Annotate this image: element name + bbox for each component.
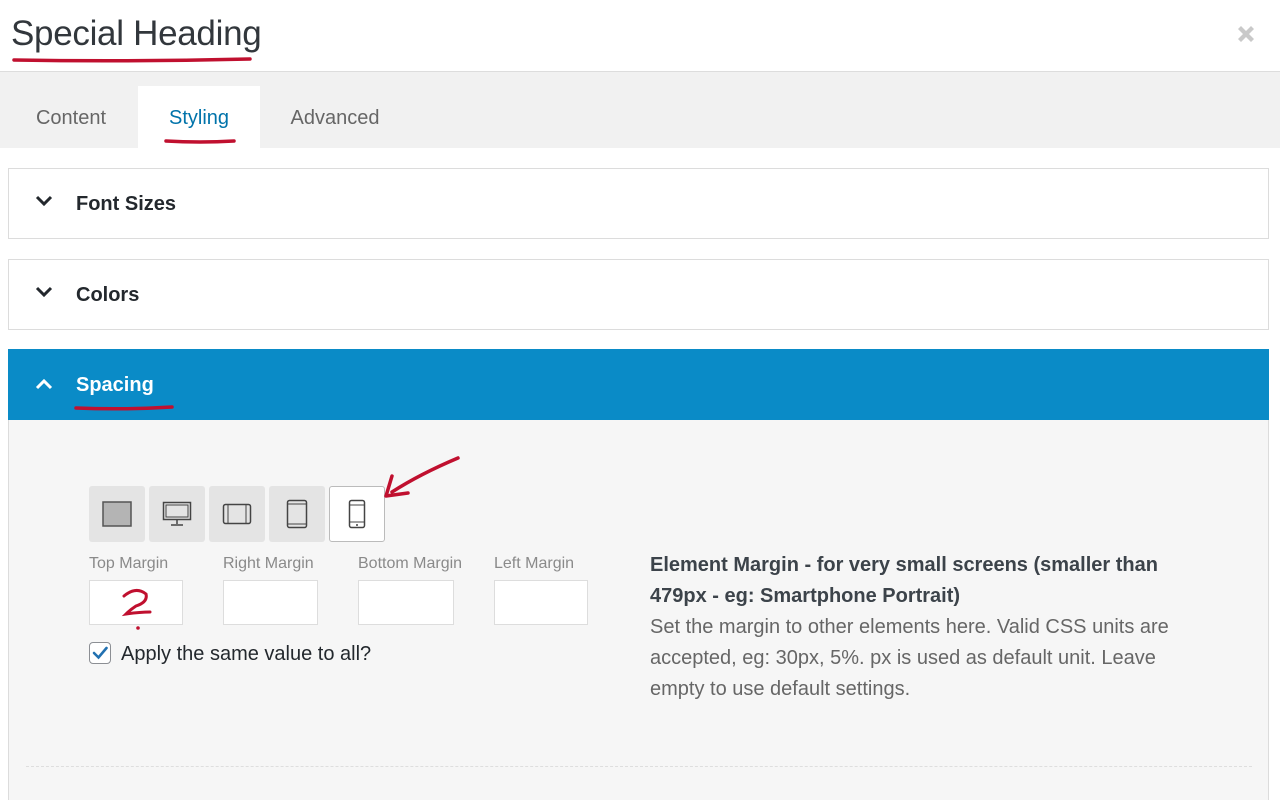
apply-same-value-checkbox[interactable] (89, 642, 111, 664)
panel-label: Font Sizes (76, 193, 177, 215)
left-margin-label: Left Margin (494, 555, 575, 572)
spacing-panel-body: Top Margin Right Margin Bottom Margin Le… (8, 420, 1269, 800)
panel-colors[interactable]: Colors (8, 259, 1269, 330)
dialog-title: Special Heading (11, 14, 262, 53)
bottom-margin-label: Bottom Margin (358, 555, 463, 572)
tab-bar: Content Styling Advanced (0, 72, 1280, 148)
device-desktop-button[interactable] (149, 486, 205, 542)
desktop-icon (162, 501, 192, 526)
top-margin-label: Top Margin (89, 555, 169, 572)
device-desktop-large-button[interactable] (89, 486, 145, 542)
device-tablet-portrait-button[interactable] (269, 486, 325, 542)
tab-content[interactable]: Content (12, 86, 130, 148)
panel-label: Spacing (76, 374, 154, 396)
chevron-down-icon (35, 195, 53, 207)
checkmark-icon (92, 646, 108, 660)
device-tablet-landscape-button[interactable] (209, 486, 265, 542)
chevron-up-icon (35, 378, 53, 390)
divider (26, 766, 1252, 767)
close-icon (1238, 26, 1254, 42)
close-button[interactable] (1232, 20, 1260, 48)
chevron-down-icon (35, 286, 53, 298)
right-margin-input[interactable] (223, 580, 318, 625)
panel-label: Colors (76, 284, 140, 306)
panel-font-sizes[interactable]: Font Sizes (8, 168, 1269, 239)
bottom-margin-input[interactable] (358, 580, 454, 625)
apply-same-value-label: Apply the same value to all? (121, 643, 372, 665)
left-margin-input[interactable] (494, 580, 588, 625)
tab-styling[interactable]: Styling (138, 86, 260, 148)
dialog-header: Special Heading (0, 0, 1280, 72)
description-title: Element Margin - for very small screens … (650, 554, 1158, 607)
desktop-large-icon (102, 501, 132, 527)
field-description: Element Margin - for very small screens … (650, 550, 1210, 705)
panel-spacing[interactable]: Spacing (8, 349, 1269, 422)
description-text: Set the margin to other elements here. V… (650, 616, 1169, 700)
smartphone-icon (348, 499, 366, 529)
tablet-portrait-icon (286, 499, 308, 529)
tablet-landscape-icon (222, 503, 252, 525)
tab-advanced[interactable]: Advanced (268, 86, 402, 148)
right-margin-label: Right Margin (223, 555, 314, 572)
top-margin-input[interactable] (89, 580, 183, 625)
device-smartphone-button[interactable] (329, 486, 385, 542)
